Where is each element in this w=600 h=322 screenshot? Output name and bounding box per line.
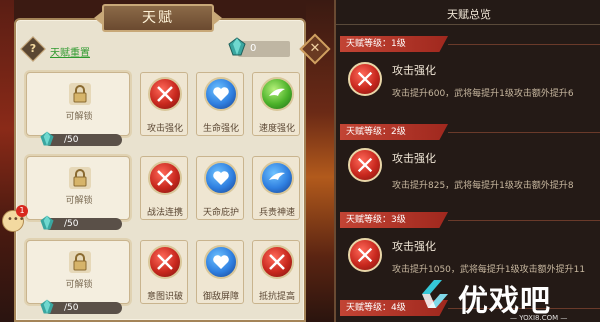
gem-icon [40,299,54,314]
divider [448,220,600,221]
lock-icon [69,167,91,189]
skill-label: 意图识破 [146,292,183,302]
swords-icon [348,148,382,182]
skill-divine-protection[interactable]: 天命庇护 [196,156,244,220]
tier-level-label: 天赋等级：2级 [340,124,448,140]
talent-row-3: 可解锁 /50 意图识破 御敌屏障 抵抗提高 [22,240,306,322]
tier-talent-desc: 攻击提升825，武将每提升1级攻击额外提升8 [392,181,574,191]
skill-intent-detection[interactable]: 意图识破 [140,240,188,304]
tier-talent-name: 攻击强化 [392,152,436,165]
chat-badge: 1 [16,205,28,217]
lock-icon [69,251,91,273]
lock-icon [69,83,91,105]
swords-icon [148,77,182,111]
divider [336,24,600,25]
skill-label: 天命庇护 [202,208,239,218]
skill-label: 兵贵神速 [258,208,295,218]
skill-label: 抵抗提高 [258,292,295,302]
tier-talent-name: 攻击强化 [392,240,436,253]
skill-defense-barrier[interactable]: 御敌屏障 [196,240,244,304]
skill-resistance-boost[interactable]: 抵抗提高 [252,240,300,304]
unlock-label: 可解锁 [65,112,93,122]
cost-text: /50 [64,219,79,229]
talent-row-2: 可解锁 /50 战法连携 天命庇护 兵贵神速 [22,156,306,238]
tier-talent-desc: 攻击提升1050，武将每提升1级攻击额外提升11 [392,265,586,275]
gem-icon [40,131,54,146]
gem-icon [228,37,246,56]
talent-reset-link[interactable]: 天赋重置 [50,44,90,59]
heart-icon [204,245,238,279]
skill-label: 速度强化 [258,124,295,134]
skill-label: 生命强化 [202,124,239,134]
wing-icon [260,77,294,111]
skill-label: 攻击强化 [146,124,183,134]
talent-row-1: 可解锁 /50 攻击强化 生命强化 速度强化 [22,72,306,154]
skill-swift-troops[interactable]: 兵贵神速 [252,156,300,220]
swords-icon [348,62,382,96]
tier-level-label: 天赋等级：3级 [340,212,448,228]
heart-icon [204,77,238,111]
skill-attack-boost[interactable]: 攻击强化 [140,72,188,136]
divider [448,132,600,133]
unlock-slot[interactable]: 可解锁 [26,156,130,220]
unlock-label: 可解锁 [65,280,93,290]
swords-icon [148,245,182,279]
background-scenery-left [0,0,14,322]
cost-text: /50 [64,135,79,145]
watermark-logo-icon [422,280,448,308]
close-icon: ✕ [309,41,321,56]
panel-title: 天赋 [102,4,214,32]
gem-icon [40,215,54,230]
skill-life-boost[interactable]: 生命强化 [196,72,244,136]
tier-talent-desc: 攻击提升600，武将每提升1级攻击额外提升6 [392,89,574,99]
unlock-slot[interactable]: 可解锁 [26,72,130,136]
divider [448,44,600,45]
swords-icon [260,245,294,279]
overview-title: 天赋总览 [447,8,491,21]
gem-count: 0 [250,43,257,54]
skill-label: 御敌屏障 [202,292,239,302]
swords-icon [148,161,182,195]
unlock-slot[interactable]: 可解锁 [26,240,130,304]
question-icon: ? [29,42,37,55]
unlock-label: 可解锁 [65,196,93,206]
wing-icon [260,161,294,195]
tier-talent-name: 攻击强化 [392,64,436,77]
skill-speed-boost[interactable]: 速度强化 [252,72,300,136]
skill-tactic-combo[interactable]: 战法连携 [140,156,188,220]
tier-level-label: 天赋等级：1级 [340,36,448,52]
swords-icon [348,238,382,272]
cost-text: /50 [64,303,79,313]
skill-label: 战法连携 [146,208,183,218]
watermark-url: — YOXI8.COM — [510,314,568,322]
talent-overview-panel[interactable]: 天赋总览 天赋等级：1级 攻击强化 攻击提升600，武将每提升1级攻击额外提升6… [334,0,600,322]
heart-icon [204,161,238,195]
